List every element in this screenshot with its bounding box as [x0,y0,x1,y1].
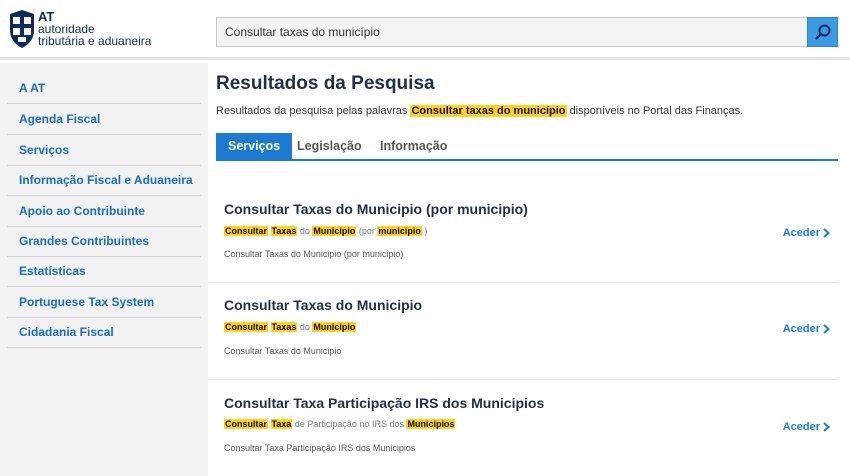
result-highlights: Consultar Taxas do Municipio (por munici… [224,226,427,236]
chevron-right-icon [823,228,830,238]
highlighted-term: Consultar [224,322,269,332]
highlighted-term: Consultar [224,226,269,236]
result-description: Consultar Taxas do Municipio (por munici… [224,249,404,259]
result-divider [208,379,838,380]
snippet-text: do [297,322,313,332]
tab-servicos[interactable]: Serviços [216,133,293,159]
sidebar-item-a-at[interactable]: A AT [7,73,201,104]
search-box [216,17,838,47]
results-subtitle: Resultados da pesquisa pelas palavras Co… [216,105,743,117]
aceder-link[interactable]: Aceder [783,421,830,433]
subtitle-prefix: Resultados da pesquisa pelas palavras [216,105,408,117]
chevron-right-icon [823,422,830,432]
result-highlights: Consultar Taxa de Participação no IRS do… [224,419,456,429]
results-tabs: Serviços Legislação Informação [216,133,838,161]
at-logo[interactable]: AT autoridade tributária e aduaneira [8,8,178,52]
highlighted-term: Taxas [270,226,298,236]
result-item-1: Consultar Taxas do Municipio (por munici… [208,190,838,282]
coat-of-arms-icon [10,10,34,48]
result-divider [208,282,838,283]
result-description: Consultar Taxa Participação IRS dos Muni… [224,443,416,453]
logo-text: AT autoridade tributária e aduaneira [38,10,152,48]
sidebar-item-portuguese-tax-system[interactable]: Portuguese Tax System [7,287,201,318]
snippet-text: (por [356,226,378,236]
sidebar-item-estatisticas[interactable]: Estatísticas [7,256,201,287]
result-item-3: Consultar Taxa Participação IRS dos Muni… [208,385,838,476]
snippet-text: do [297,226,313,236]
subtitle-query-highlight: Consultar taxas do município [410,105,567,117]
search-input[interactable] [217,18,808,46]
aceder-link[interactable]: Aceder [783,227,830,239]
search-button[interactable] [807,17,838,47]
result-item-2: Consultar Taxas do Municipio Consultar T… [208,287,838,379]
highlighted-term: Municipios [406,419,456,429]
result-title[interactable]: Consultar Taxas do Municipio (por munici… [224,201,528,217]
aceder-link[interactable]: Aceder [783,323,830,335]
highlighted-term: Taxa [270,419,293,429]
sidebar-item-cidadania-fiscal[interactable]: Cidadania Fiscal [7,317,201,348]
sidebar-nav: A AT Agenda Fiscal Serviços Informação F… [0,63,208,476]
sidebar-item-servicos[interactable]: Serviços [7,135,201,166]
sidebar-item-grandes-contribuintes[interactable]: Grandes Contribuintes [7,226,201,257]
highlighted-term: municipio [377,226,422,236]
result-title[interactable]: Consultar Taxas do Municipio [224,297,422,313]
tab-informacao[interactable]: Informação [380,133,447,159]
chevron-right-icon [823,324,830,334]
sidebar-item-apoio-contribuinte[interactable]: Apoio ao Contribuinte [7,196,201,227]
aceder-label: Aceder [782,323,820,335]
snippet-text: ) [421,226,428,236]
highlighted-term: Consultar [224,419,269,429]
result-description: Consultar Taxas do Municipio [224,346,342,356]
snippet-text: de Participação no IRS dos [292,419,407,429]
aceder-label: Aceder [782,421,820,433]
aceder-label: Aceder [782,227,820,239]
highlighted-term: Municipio [312,322,357,332]
page-title: Resultados da Pesquisa [216,73,435,94]
logo-line-2: tributária e aduaneira [38,34,152,48]
highlighted-term: Municipio [312,226,357,236]
result-highlights: Consultar Taxas do Municipio [224,322,357,332]
search-icon [814,24,830,40]
site-header: AT autoridade tributária e aduaneira [0,0,850,60]
sidebar-item-informacao-fiscal[interactable]: Informação Fiscal e Aduaneira [7,165,201,196]
result-title[interactable]: Consultar Taxa Participação IRS dos Muni… [224,395,544,411]
subtitle-suffix: disponíveis no Portal das Finanças. [569,105,744,117]
tab-legislacao[interactable]: Legislação [297,133,362,159]
sidebar-item-agenda-fiscal[interactable]: Agenda Fiscal [7,104,201,135]
highlighted-term: Taxas [270,322,298,332]
